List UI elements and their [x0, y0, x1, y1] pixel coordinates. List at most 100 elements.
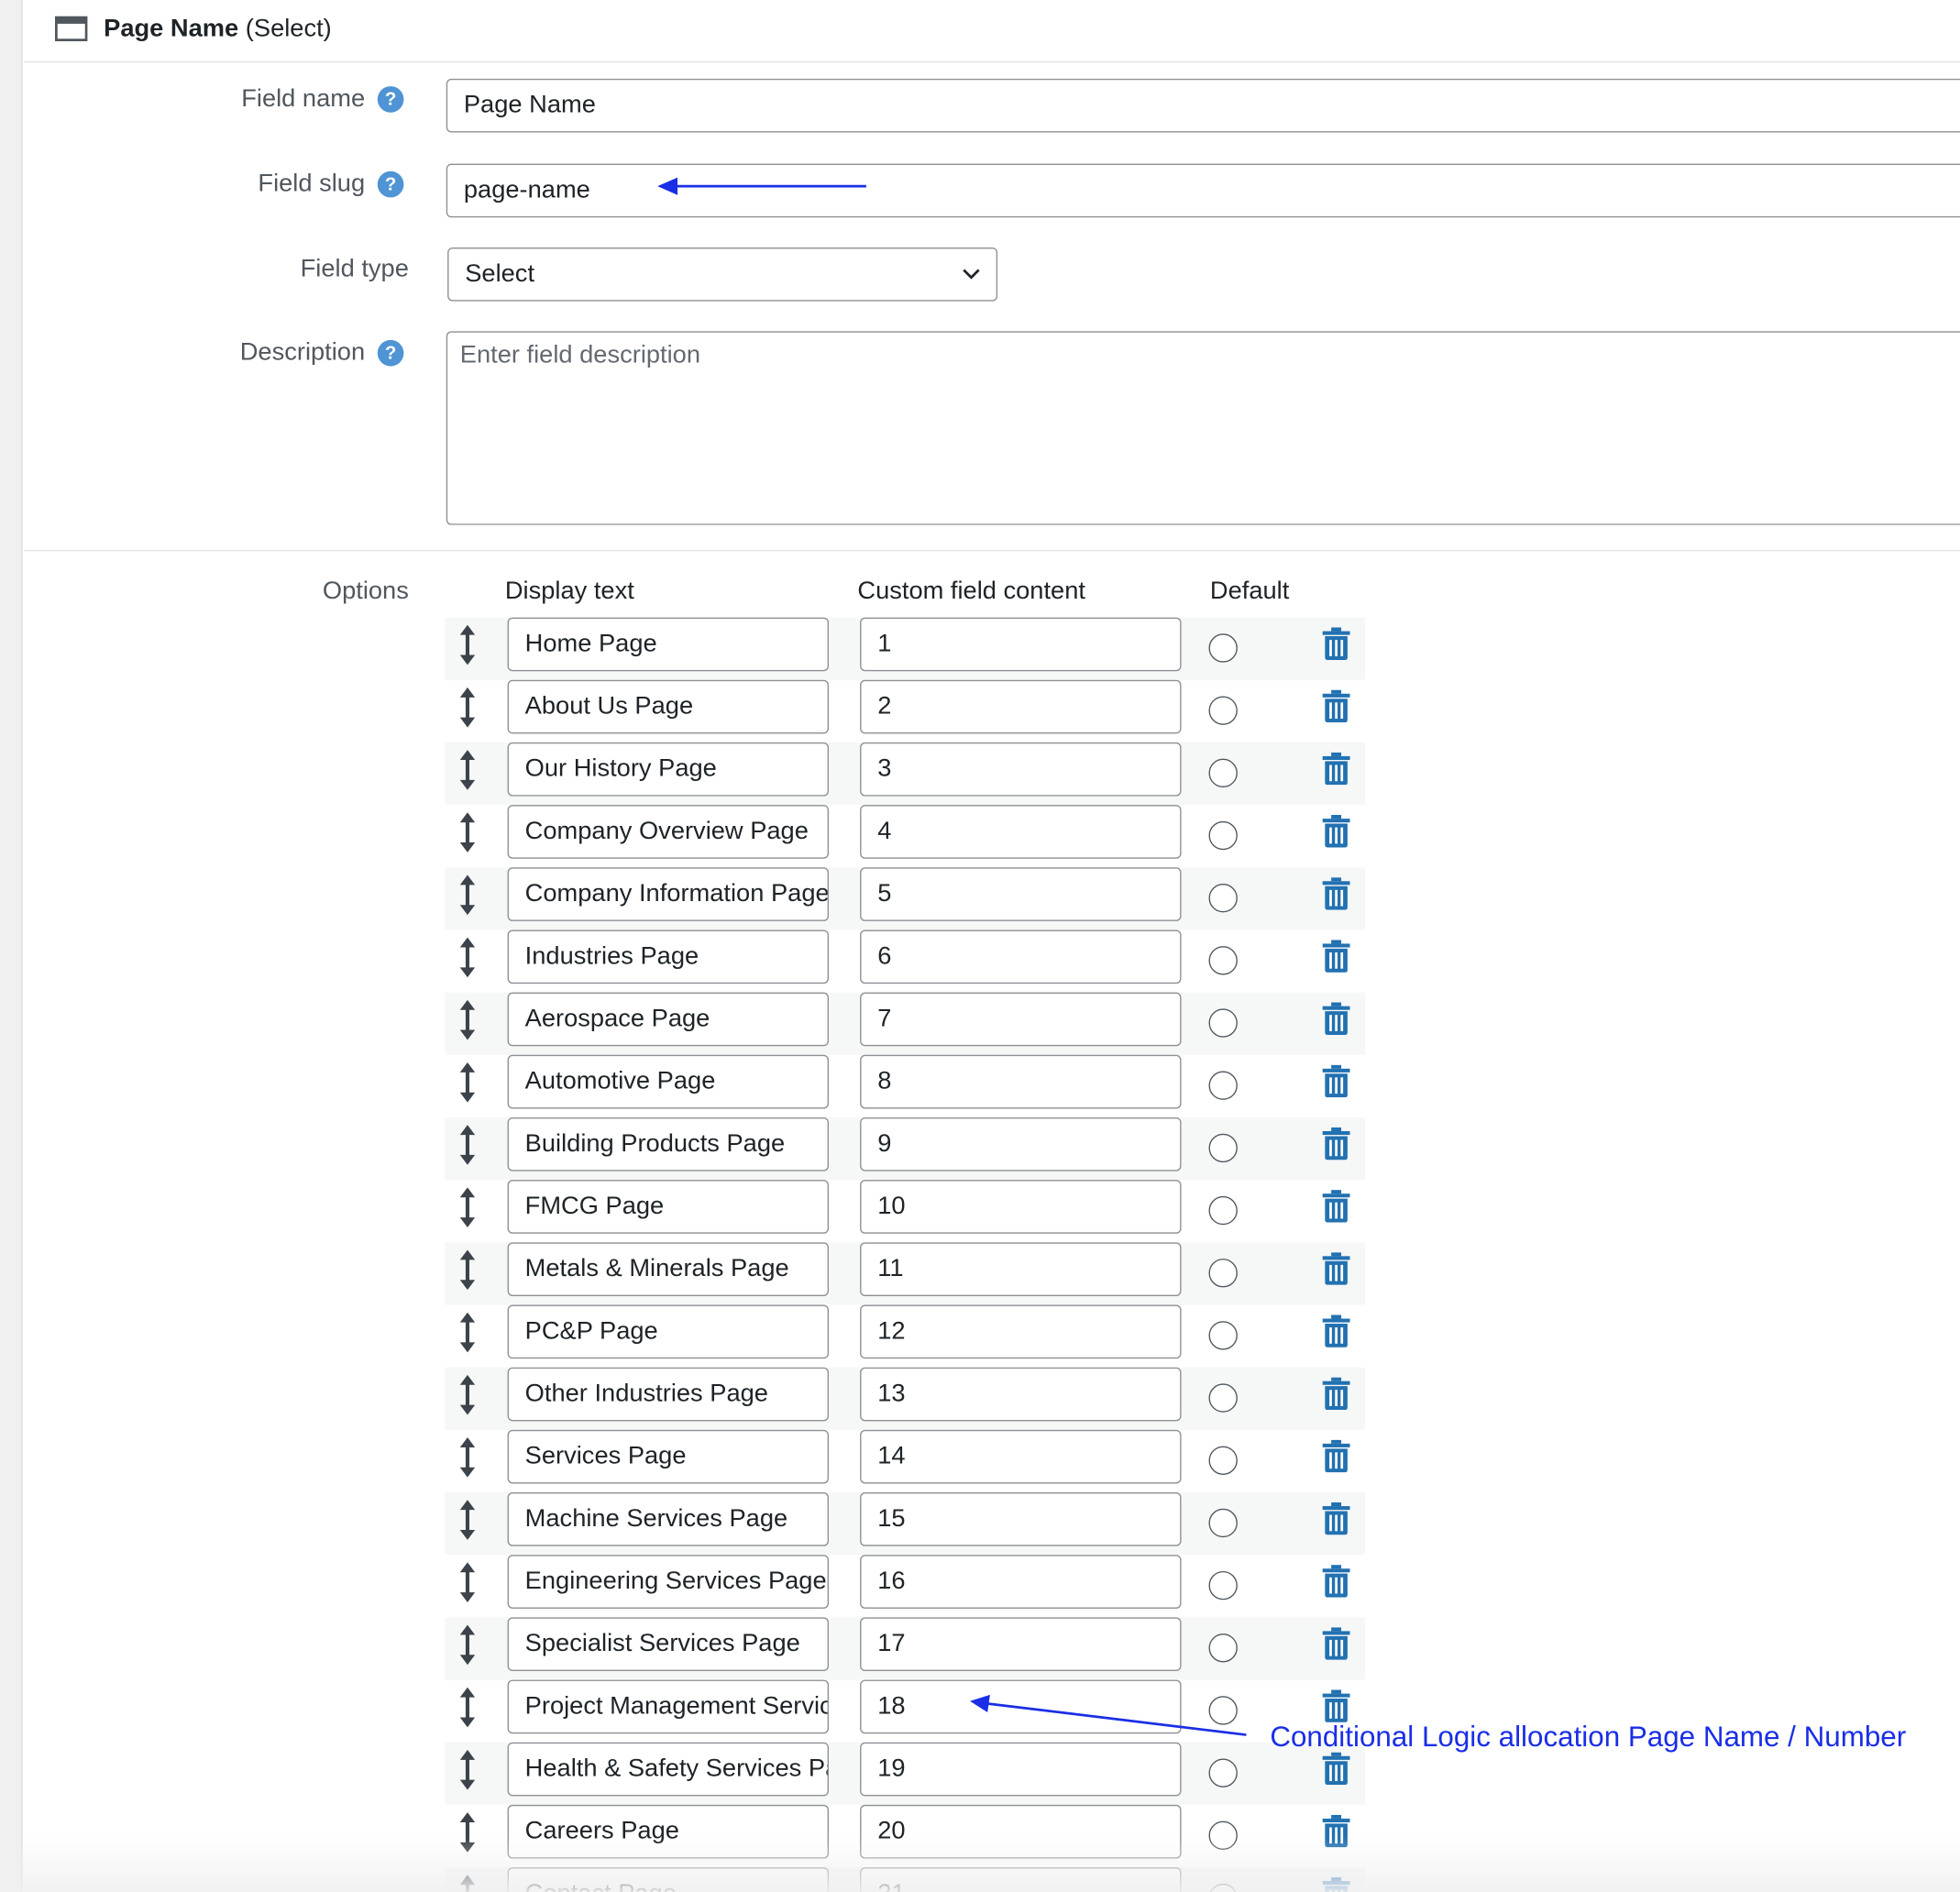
- option-value-input[interactable]: 19: [860, 1742, 1182, 1797]
- option-display-input[interactable]: Specialist Services Page: [507, 1617, 830, 1672]
- option-value-input[interactable]: 8: [860, 1054, 1182, 1109]
- drag-handle-icon[interactable]: [457, 1687, 478, 1728]
- option-value-input[interactable]: 18: [860, 1679, 1182, 1734]
- drag-handle-icon[interactable]: [457, 937, 478, 978]
- option-default-radio[interactable]: [1208, 758, 1238, 788]
- option-value-input[interactable]: 4: [860, 805, 1182, 859]
- trash-icon[interactable]: [1322, 815, 1350, 848]
- drag-handle-icon[interactable]: [457, 999, 478, 1040]
- trash-icon[interactable]: [1322, 1002, 1350, 1035]
- option-value-input[interactable]: 16: [860, 1555, 1182, 1609]
- option-default-radio[interactable]: [1208, 1195, 1238, 1226]
- trash-icon[interactable]: [1322, 940, 1350, 973]
- trash-icon[interactable]: [1322, 752, 1350, 786]
- drag-handle-icon[interactable]: [457, 1249, 478, 1291]
- option-default-radio[interactable]: [1208, 946, 1238, 975]
- option-value-input[interactable]: 14: [860, 1429, 1182, 1484]
- option-value-input[interactable]: 6: [860, 930, 1182, 984]
- option-display-input[interactable]: Engineering Services Page: [507, 1555, 830, 1609]
- option-value-input[interactable]: 10: [860, 1180, 1182, 1234]
- option-default-radio[interactable]: [1208, 1008, 1238, 1038]
- option-value-input[interactable]: 12: [860, 1304, 1182, 1359]
- trash-icon[interactable]: [1322, 1377, 1350, 1411]
- option-value-input[interactable]: 3: [860, 742, 1182, 797]
- trash-icon[interactable]: [1322, 1689, 1350, 1722]
- field-header[interactable]: Page Name (Select): [23, 0, 1960, 63]
- option-default-radio[interactable]: [1208, 820, 1238, 851]
- trash-icon[interactable]: [1322, 1252, 1350, 1285]
- field-slug-input[interactable]: page-name: [446, 163, 1960, 218]
- option-display-input[interactable]: Company Information Page: [507, 867, 830, 921]
- drag-handle-icon[interactable]: [457, 1562, 478, 1603]
- trash-icon[interactable]: [1322, 1627, 1350, 1660]
- option-value-input[interactable]: 13: [860, 1367, 1182, 1422]
- option-default-radio[interactable]: [1208, 696, 1238, 725]
- option-default-radio[interactable]: [1208, 1321, 1238, 1350]
- trash-icon[interactable]: [1322, 1502, 1350, 1535]
- drag-handle-icon[interactable]: [457, 1500, 478, 1540]
- option-display-input[interactable]: Home Page: [507, 617, 830, 672]
- option-display-input[interactable]: Our History Page: [507, 742, 830, 797]
- option-value-input[interactable]: 1: [860, 617, 1182, 672]
- option-default-radio[interactable]: [1208, 1259, 1238, 1288]
- option-display-input[interactable]: Company Overview Page: [507, 805, 830, 859]
- option-value-input[interactable]: 9: [860, 1116, 1182, 1172]
- drag-handle-icon[interactable]: [457, 1749, 478, 1790]
- option-default-radio[interactable]: [1208, 1446, 1238, 1475]
- option-value-input[interactable]: 15: [860, 1492, 1182, 1546]
- option-display-input[interactable]: Machine Services Page: [507, 1492, 830, 1546]
- option-default-radio[interactable]: [1208, 884, 1238, 913]
- option-display-input[interactable]: Automotive Page: [507, 1054, 830, 1109]
- field-slug-help-icon[interactable]: ?: [377, 170, 404, 198]
- option-value-input[interactable]: 5: [860, 867, 1182, 921]
- option-display-input[interactable]: Services Page: [507, 1429, 830, 1484]
- field-name-help-icon[interactable]: ?: [377, 86, 404, 113]
- drag-handle-icon[interactable]: [457, 812, 478, 852]
- drag-handle-icon[interactable]: [457, 687, 478, 728]
- option-display-input[interactable]: Health & Safety Services Page: [507, 1742, 830, 1797]
- trash-icon[interactable]: [1322, 1439, 1350, 1473]
- drag-handle-icon[interactable]: [457, 1312, 478, 1353]
- description-help-icon[interactable]: ?: [377, 339, 404, 367]
- trash-icon[interactable]: [1322, 1752, 1350, 1786]
- option-default-radio[interactable]: [1208, 1758, 1238, 1788]
- option-display-input[interactable]: Industries Page: [507, 930, 830, 984]
- trash-icon[interactable]: [1322, 877, 1350, 910]
- option-display-input[interactable]: Other Industries Page: [507, 1367, 830, 1422]
- trash-icon[interactable]: [1322, 1064, 1350, 1098]
- option-display-input[interactable]: Metals & Minerals Page: [507, 1242, 830, 1296]
- trash-icon[interactable]: [1322, 1314, 1350, 1348]
- drag-handle-icon[interactable]: [457, 750, 478, 790]
- option-value-input[interactable]: 7: [860, 992, 1182, 1047]
- option-value-input[interactable]: 17: [860, 1617, 1182, 1672]
- option-value-input[interactable]: 11: [860, 1242, 1182, 1296]
- option-value-input[interactable]: 2: [860, 679, 1182, 734]
- field-name-input[interactable]: Page Name: [446, 78, 1960, 133]
- option-display-input[interactable]: FMCG Page: [507, 1180, 830, 1234]
- drag-handle-icon[interactable]: [457, 1374, 478, 1415]
- option-default-radio[interactable]: [1208, 1071, 1238, 1100]
- trash-icon[interactable]: [1322, 1190, 1350, 1223]
- option-display-input[interactable]: Project Management Services Page: [507, 1679, 830, 1734]
- description-textarea[interactable]: Enter field description: [446, 331, 1960, 525]
- option-display-input[interactable]: Building Products Page: [507, 1116, 830, 1172]
- drag-handle-icon[interactable]: [457, 1624, 478, 1666]
- drag-handle-icon[interactable]: [457, 624, 478, 666]
- option-default-radio[interactable]: [1208, 1508, 1238, 1538]
- trash-icon[interactable]: [1322, 1565, 1350, 1598]
- trash-icon[interactable]: [1322, 1127, 1350, 1160]
- option-default-radio[interactable]: [1208, 633, 1238, 663]
- option-default-radio[interactable]: [1208, 1570, 1238, 1600]
- drag-handle-icon[interactable]: [457, 1437, 478, 1478]
- option-default-radio[interactable]: [1208, 1696, 1238, 1725]
- option-default-radio[interactable]: [1208, 1383, 1238, 1413]
- option-default-radio[interactable]: [1208, 1133, 1238, 1163]
- trash-icon[interactable]: [1322, 689, 1350, 723]
- drag-handle-icon[interactable]: [457, 1125, 478, 1165]
- option-default-radio[interactable]: [1208, 1634, 1238, 1663]
- option-display-input[interactable]: Aerospace Page: [507, 992, 830, 1047]
- option-display-input[interactable]: About Us Page: [507, 679, 830, 734]
- drag-handle-icon[interactable]: [457, 874, 478, 916]
- field-type-select[interactable]: Select: [447, 247, 998, 302]
- drag-handle-icon[interactable]: [457, 1187, 478, 1227]
